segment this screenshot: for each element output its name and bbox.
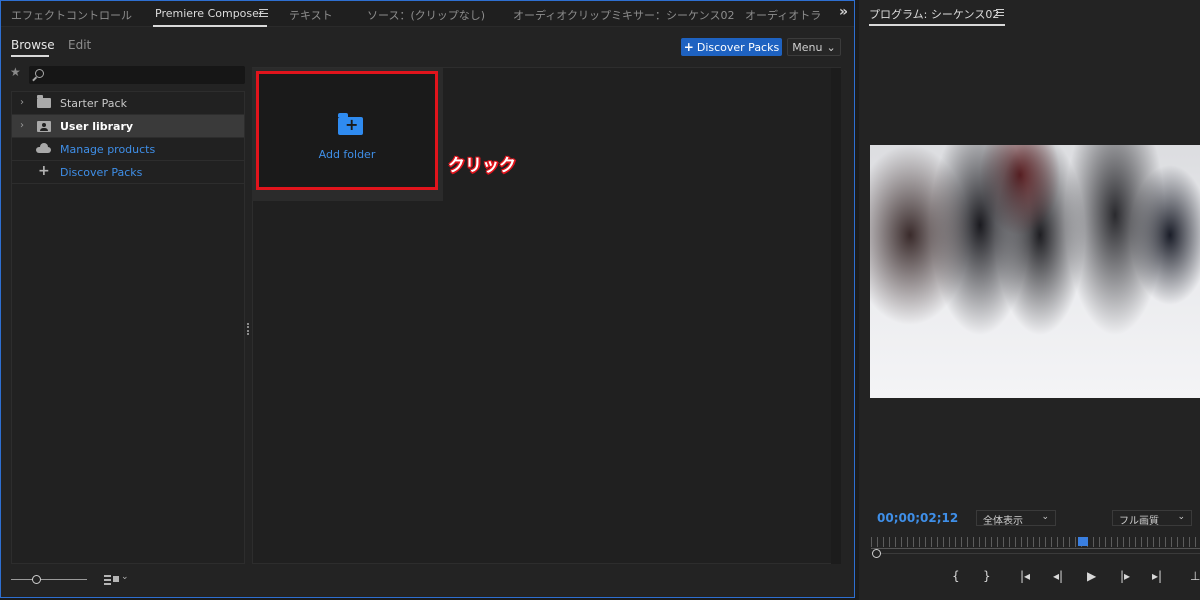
click-annotation: クリック bbox=[448, 156, 516, 176]
sidebar-item-label: User library bbox=[60, 120, 134, 133]
premiere-composer-panel: エフェクトコントロール Premiere Composer テキスト ソース：(… bbox=[0, 0, 855, 598]
menu-button[interactable]: Menu ⌄ bbox=[787, 38, 841, 56]
monitor-tab-bar: プログラム: シーケンス02 bbox=[859, 0, 1200, 26]
sidebar-item-manage-products[interactable]: Manage products bbox=[12, 138, 244, 161]
tab-overflow-icon[interactable]: » bbox=[839, 4, 848, 20]
mark-in-button[interactable]: { bbox=[952, 569, 960, 583]
sidebar-item-label: Starter Pack bbox=[60, 97, 127, 110]
tab-effect-controls[interactable]: エフェクトコントロール bbox=[11, 7, 132, 23]
timeline-ruler-baseline bbox=[871, 548, 1200, 549]
grid-view-icon bbox=[113, 576, 119, 582]
add-folder-label: Add folder bbox=[318, 148, 376, 161]
tab-text[interactable]: テキスト bbox=[289, 7, 333, 23]
program-monitor-panel: プログラム: シーケンス02 00;00;02;12 全体表示 ⌄ フル画質 ⌄… bbox=[859, 0, 1200, 600]
go-to-in-button[interactable]: |◂ bbox=[1020, 569, 1030, 583]
panel-menu-icon[interactable] bbox=[996, 9, 1004, 16]
playback-resolution-select[interactable]: フル画質 ⌄ bbox=[1112, 510, 1192, 527]
tab-audio-track[interactable]: オーディオトラ bbox=[745, 7, 837, 23]
playhead-timecode[interactable]: 00;00;02;12 bbox=[877, 511, 958, 525]
tab-audio-clip-mixer[interactable]: オーディオクリップミキサー：シーケンス02 bbox=[513, 7, 734, 23]
play-button[interactable]: ▶ bbox=[1087, 569, 1096, 583]
playback-resolution-value: フル画質 bbox=[1119, 516, 1159, 527]
thumbnail-size-slider-thumb[interactable] bbox=[32, 575, 41, 584]
panel-splitter-handle[interactable] bbox=[247, 323, 249, 335]
sidebar-item-starter-pack[interactable]: › Starter Pack bbox=[12, 92, 244, 115]
folder-icon bbox=[37, 95, 51, 108]
timeline-ruler[interactable] bbox=[871, 537, 1200, 547]
tab-program-monitor[interactable]: プログラム: シーケンス02 bbox=[869, 6, 999, 22]
zoom-scroll-handle[interactable] bbox=[872, 549, 881, 558]
user-library-icon bbox=[37, 121, 51, 132]
sidebar-item-discover-packs[interactable]: + Discover Packs bbox=[12, 161, 244, 184]
panel-tab-bar: エフェクトコントロール Premiere Composer テキスト ソース：(… bbox=[1, 1, 854, 27]
chevron-down-icon: ⌄ bbox=[1041, 512, 1049, 522]
panel-menu-icon[interactable] bbox=[259, 9, 268, 17]
view-mode-toggle[interactable]: ⌄ bbox=[104, 572, 130, 586]
plus-icon: + bbox=[38, 163, 50, 179]
active-subtab-indicator bbox=[11, 55, 49, 57]
active-tab-indicator bbox=[869, 24, 1005, 26]
content-scrollbar[interactable] bbox=[831, 68, 841, 564]
thumbnail-size-slider-track[interactable] bbox=[11, 579, 87, 580]
go-to-out-button[interactable]: ▸| bbox=[1152, 569, 1162, 583]
tab-premiere-composer[interactable]: Premiere Composer bbox=[155, 7, 263, 20]
program-video-frame bbox=[870, 145, 1200, 398]
mark-out-button[interactable]: } bbox=[983, 569, 991, 583]
zoom-level-value: 全体表示 bbox=[983, 516, 1023, 527]
zoom-scroll-track[interactable] bbox=[881, 553, 1200, 554]
chevron-down-icon: ⌄ bbox=[1177, 512, 1185, 522]
playhead-marker[interactable] bbox=[1078, 537, 1088, 546]
library-tree: › Starter Pack › User library Manage pro… bbox=[11, 91, 245, 564]
chevron-down-icon: ⌄ bbox=[121, 572, 129, 582]
step-forward-button[interactable]: |▸ bbox=[1120, 569, 1130, 583]
chevron-right-icon[interactable]: › bbox=[20, 120, 24, 131]
sidebar-item-label: Discover Packs bbox=[60, 166, 143, 179]
chevron-down-icon: ⌄ bbox=[826, 40, 836, 54]
active-tab-indicator bbox=[153, 25, 267, 27]
add-folder-icon: + bbox=[338, 113, 363, 135]
favorites-star-icon[interactable]: ★ bbox=[10, 65, 21, 79]
subtab-browse[interactable]: Browse bbox=[11, 38, 55, 52]
discover-packs-label: Discover Packs bbox=[696, 40, 780, 54]
sidebar-item-label: Manage products bbox=[60, 143, 156, 156]
menu-label: Menu bbox=[792, 40, 823, 54]
subtab-edit[interactable]: Edit bbox=[68, 38, 91, 52]
chevron-right-icon[interactable]: › bbox=[20, 97, 24, 108]
cloud-download-icon bbox=[36, 143, 51, 154]
lift-button[interactable]: ⊥ bbox=[1190, 569, 1200, 583]
sidebar-item-user-library[interactable]: › User library bbox=[12, 115, 244, 138]
discover-packs-button[interactable]: + Discover Packs bbox=[681, 38, 782, 56]
zoom-level-select[interactable]: 全体表示 ⌄ bbox=[976, 510, 1056, 527]
tab-source[interactable]: ソース：(クリップなし) bbox=[367, 7, 485, 23]
search-icon bbox=[35, 69, 44, 78]
plus-icon: + bbox=[683, 40, 694, 54]
add-folder-tile[interactable]: + Add folder bbox=[256, 71, 438, 190]
search-input[interactable] bbox=[29, 66, 245, 84]
step-back-button[interactable]: ◂| bbox=[1053, 569, 1063, 583]
